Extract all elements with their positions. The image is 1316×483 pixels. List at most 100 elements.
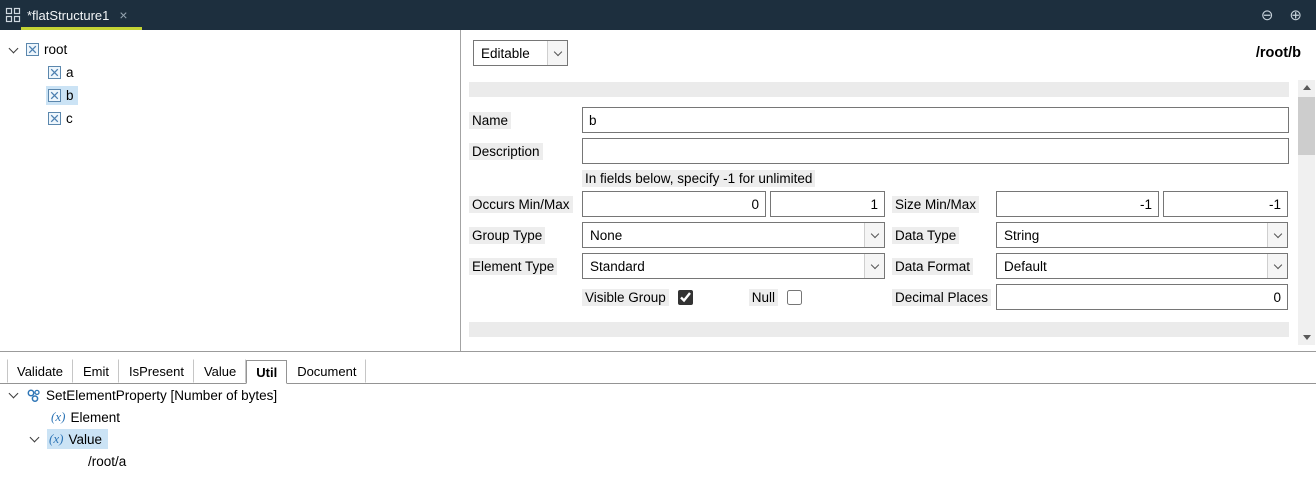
- mode-dropdown[interactable]: Editable: [473, 40, 568, 66]
- checkbox-decimal-row: Visible Group Null Decimal Places: [469, 284, 1289, 310]
- data-type-dropdown[interactable]: String: [996, 222, 1288, 248]
- chevron-down-icon[interactable]: [8, 44, 20, 56]
- chevron-down-icon[interactable]: [8, 389, 20, 401]
- util-tree-item-setelementproperty[interactable]: SetElementProperty [Number of bytes]: [0, 384, 1316, 406]
- tree-item-a[interactable]: a: [0, 61, 460, 84]
- variable-icon: (x): [51, 409, 65, 425]
- description-input[interactable]: [582, 138, 1289, 164]
- util-tree-item-element[interactable]: (x) Element: [0, 406, 1316, 428]
- data-format-label: Data Format: [892, 258, 973, 275]
- tab-ispresent[interactable]: IsPresent: [119, 359, 194, 383]
- mode-dropdown-value: Editable: [474, 46, 547, 61]
- tree-item-label: root: [44, 42, 67, 57]
- structure-file-icon: [5, 7, 21, 23]
- tab-close-icon[interactable]: ×: [119, 8, 127, 22]
- tab-validate[interactable]: Validate: [7, 359, 73, 383]
- selected-util-item: (x) Value: [47, 429, 108, 449]
- method-icon: [26, 388, 41, 403]
- chevron-down-icon: [1267, 254, 1287, 278]
- element-icon: [26, 43, 39, 56]
- tab-value[interactable]: Value: [194, 359, 246, 383]
- collapse-all-icon[interactable]: ⊖: [1261, 8, 1274, 23]
- tree-item-label: c: [66, 111, 73, 126]
- bottom-panel: Validate Emit IsPresent Value Util Docum…: [0, 352, 1316, 483]
- scroll-down-button[interactable]: [1298, 330, 1315, 345]
- tab-util[interactable]: Util: [246, 360, 287, 384]
- data-type-label: Data Type: [892, 227, 959, 244]
- element-path: /root/b: [1256, 45, 1301, 61]
- element-type-label: Element Type: [469, 258, 557, 275]
- expand-all-icon[interactable]: ⊕: [1289, 8, 1302, 23]
- chevron-down-icon: [864, 254, 884, 278]
- variable-icon: (x): [49, 431, 63, 447]
- checkbox-zone: Visible Group Null: [582, 289, 885, 306]
- size-max-input[interactable]: [1163, 191, 1288, 217]
- tree-item-b[interactable]: b: [0, 84, 460, 107]
- document-tab[interactable]: *flatStructure1 ×: [0, 0, 140, 30]
- occurs-size-row: Occurs Min/Max Size Min/Max: [469, 191, 1289, 217]
- flat-structure-editor-window: *flatStructure1 × ⊖ ⊕ root: [0, 0, 1316, 483]
- element-icon: [48, 66, 61, 79]
- util-item-label: Element: [70, 410, 120, 425]
- group-type-label: Group Type: [469, 227, 545, 244]
- util-item-label: SetElementProperty [Number of bytes]: [46, 388, 277, 403]
- tree-item-label: a: [66, 65, 74, 80]
- chevron-down-icon: [547, 41, 567, 65]
- util-tree-item-value[interactable]: (x) Value: [0, 428, 1316, 450]
- visible-group-checkbox[interactable]: [678, 290, 693, 305]
- titlebar: *flatStructure1 × ⊖ ⊕: [0, 0, 1316, 30]
- null-label: Null: [749, 289, 778, 306]
- chevron-down-icon[interactable]: [29, 433, 41, 445]
- element-type-value: Standard: [583, 259, 864, 274]
- scroll-thumb[interactable]: [1298, 97, 1315, 155]
- unlimited-note: In fields below, specify -1 for unlimite…: [582, 170, 815, 187]
- selected-tree-item: b: [46, 86, 78, 105]
- tree-item-c[interactable]: c: [0, 107, 460, 130]
- element-icon: [48, 89, 61, 102]
- description-label: Description: [469, 143, 543, 160]
- scroll-up-button[interactable]: [1298, 80, 1315, 95]
- section-band-top: [469, 82, 1289, 97]
- note-row: In fields below, specify -1 for unlimite…: [469, 169, 1289, 187]
- util-tree-item-root-a[interactable]: /root/a: [0, 450, 1316, 472]
- description-row: Description: [469, 138, 1289, 164]
- chevron-down-icon: [1267, 223, 1287, 247]
- property-form: Name Description In fields below, specif…: [469, 82, 1289, 337]
- name-row: Name: [469, 107, 1289, 133]
- section-band-bottom: [469, 322, 1289, 337]
- name-input[interactable]: [582, 107, 1289, 133]
- name-label: Name: [469, 112, 511, 129]
- size-minmax-label: Size Min/Max: [892, 196, 979, 213]
- group-data-type-row: Group Type None Data Type String: [469, 222, 1289, 248]
- decimal-places-input[interactable]: [996, 284, 1288, 310]
- document-tab-label: *flatStructure1: [27, 8, 109, 23]
- property-panel: Editable /root/b Name Description In: [461, 30, 1316, 351]
- scrollbar-track[interactable]: [1298, 80, 1315, 345]
- element-type-dropdown[interactable]: Standard: [582, 253, 885, 279]
- tree-item-label: b: [66, 88, 74, 103]
- occurs-max-input[interactable]: [770, 191, 885, 217]
- bottom-tab-strip: Validate Emit IsPresent Value Util Docum…: [0, 352, 1316, 384]
- util-item-label: /root/a: [88, 454, 126, 469]
- group-type-dropdown[interactable]: None: [582, 222, 885, 248]
- main-area: root a b: [0, 30, 1316, 351]
- tab-emit[interactable]: Emit: [73, 359, 119, 383]
- null-checkbox[interactable]: [787, 290, 802, 305]
- tree-item-root[interactable]: root: [0, 38, 460, 61]
- visible-group-label: Visible Group: [582, 289, 669, 306]
- util-item-label: Value: [68, 432, 102, 447]
- chevron-down-icon: [864, 223, 884, 247]
- size-min-input[interactable]: [996, 191, 1159, 217]
- occurs-min-input[interactable]: [582, 191, 766, 217]
- tab-document[interactable]: Document: [287, 359, 366, 383]
- group-type-value: None: [583, 228, 864, 243]
- titlebar-actions: ⊖ ⊕: [1261, 8, 1302, 23]
- element-icon: [48, 112, 61, 125]
- data-format-dropdown[interactable]: Default: [996, 253, 1288, 279]
- data-format-value: Default: [997, 259, 1267, 274]
- structure-tree-panel: root a b: [0, 30, 461, 351]
- element-type-format-row: Element Type Standard Data Format Defaul…: [469, 253, 1289, 279]
- data-type-value: String: [997, 228, 1267, 243]
- property-panel-header: Editable /root/b: [461, 30, 1316, 76]
- occurs-minmax-label: Occurs Min/Max: [469, 196, 573, 213]
